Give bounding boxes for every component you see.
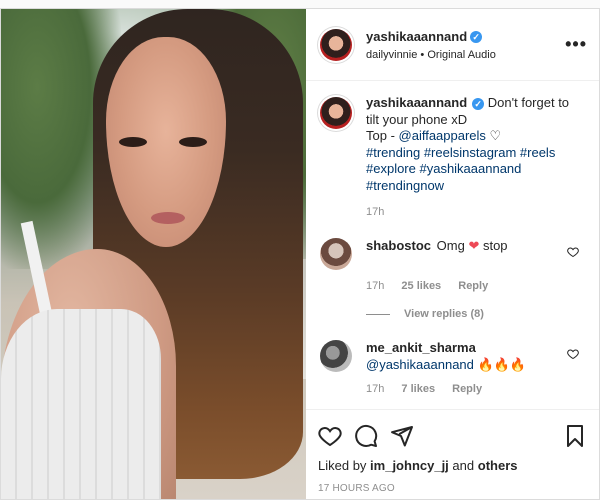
comment-username[interactable]: shabostoc [366,238,431,253]
original-audio-link[interactable]: Original Audio [427,49,496,61]
verified-badge-icon: ✓ [472,97,485,110]
heart-icon[interactable] [318,424,342,448]
others-link[interactable]: others [478,458,518,473]
mention-link[interactable]: @yashikaaannand [366,357,474,372]
comment-icon[interactable] [354,424,378,448]
reply-button[interactable]: Reply [458,280,488,292]
likes-summary: Liked by im_johncy_jj and others [318,458,518,473]
instagram-post: yashikaaannand ✓ dailyvinnie • Original A… [0,8,600,500]
author-avatar[interactable] [320,28,352,61]
comment-time: 17h [366,383,385,395]
comments-section: yashikaaannand ✓ Don't forget to tilt you… [306,81,599,409]
hashtags[interactable]: #trending #reelsinstagram #reels #explor… [366,145,555,193]
comment-time: 17h [366,280,385,292]
commenter-avatar[interactable] [320,340,352,372]
comment: me_ankit_sharma @yashikaaannand 🔥🔥🔥 [320,340,585,373]
author-username[interactable]: yashikaaannand [366,29,467,44]
fire-emoji: 🔥🔥🔥 [477,356,527,372]
reply-button[interactable]: Reply [452,383,482,395]
caption-username[interactable]: yashikaaannand [366,95,467,110]
heart-outline-icon[interactable] [567,348,579,360]
more-options-icon[interactable]: ••• [565,34,587,55]
liked-by-user-link[interactable]: im_johncy_jj [370,458,449,473]
post-header: yashikaaannand ✓ dailyvinnie • Original A… [306,9,599,81]
red-heart-emoji: ❤ [468,238,480,253]
audio-owner-link[interactable]: dailyvinnie [366,49,417,61]
heart-emoji: ♡ [489,128,502,143]
verified-badge-icon: ✓ [470,30,483,43]
post-side-panel: yashikaaannand ✓ dailyvinnie • Original A… [306,9,599,499]
caption-time: 17h [366,206,385,218]
comment-likes[interactable]: 25 likes [401,280,441,292]
heart-outline-icon[interactable] [567,246,579,258]
comment: shabostoc Omg ❤ stop [320,238,585,270]
share-icon[interactable] [390,424,414,448]
post-timestamp[interactable]: 17 HOURS AGO [318,483,587,494]
comment-username[interactable]: me_ankit_sharma [366,340,476,355]
mention-link[interactable]: @aiffaapparels [399,128,486,143]
caption: yashikaaannand ✓ Don't forget to tilt you… [320,95,585,194]
reel-video[interactable] [1,9,306,499]
post-actions: Liked by im_johncy_jj and others 17 HOUR… [306,409,599,499]
comment-likes[interactable]: 7 likes [401,383,435,395]
bookmark-icon[interactable] [563,424,587,448]
view-replies-button[interactable]: View replies (8) [366,308,585,320]
page: yashikaaannand ✓ dailyvinnie • Original A… [0,0,600,500]
commenter-avatar[interactable] [320,238,352,270]
caption-author-avatar[interactable] [320,97,352,129]
